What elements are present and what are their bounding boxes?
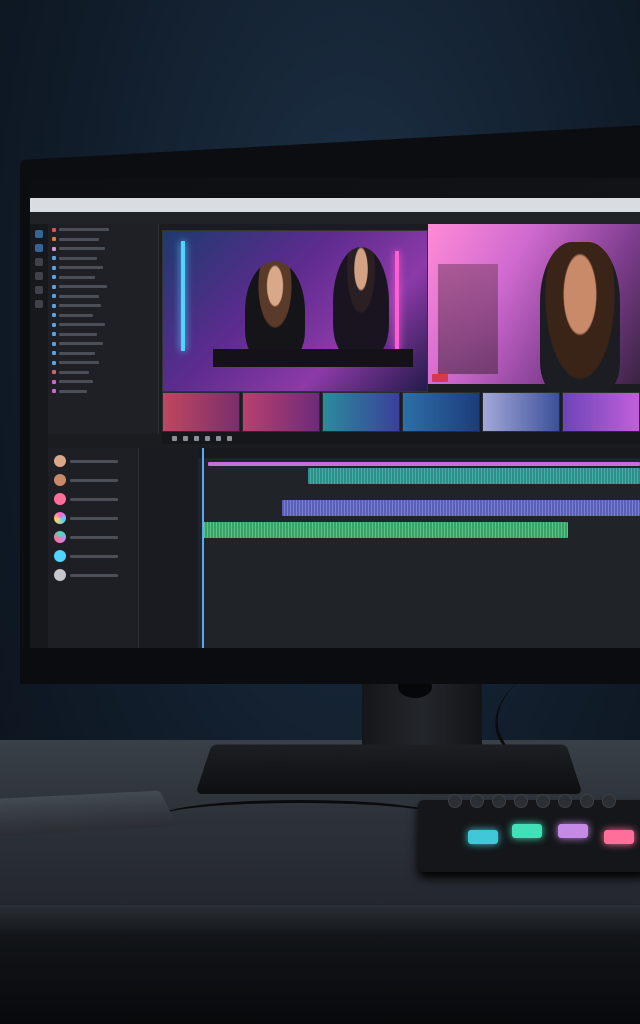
menu-bar[interactable] [30,212,640,224]
track-headers[interactable] [138,448,199,648]
program-viewer[interactable] [162,230,428,392]
list-item[interactable] [52,340,154,348]
list-item[interactable] [52,283,154,291]
thumbnail[interactable] [322,392,400,432]
list-item[interactable] [52,264,154,272]
monitor-stand-base [195,744,583,794]
thumbnail[interactable] [402,392,480,432]
list-item[interactable] [52,321,154,329]
window-titlebar[interactable] [30,198,640,212]
list-item[interactable] [52,369,154,377]
marker-strip [208,462,640,466]
list-item[interactable] [52,255,154,263]
effects-panel[interactable] [48,448,138,648]
media-tool-icon[interactable] [35,244,43,252]
thumbnail[interactable] [482,392,560,432]
list-item[interactable] [52,293,154,301]
list-item[interactable] [54,550,132,562]
thumbnail[interactable] [162,392,240,432]
knob [514,794,528,808]
desk-front [0,935,640,1024]
timeline[interactable] [198,448,640,648]
list-item[interactable] [52,388,154,396]
pad-pink [604,830,634,844]
list-item[interactable] [52,236,154,244]
list-item[interactable] [52,331,154,339]
person-woman [245,261,305,361]
play-icon[interactable] [183,435,188,441]
list-item[interactable] [52,226,154,234]
midi-controller [418,794,640,872]
list-item[interactable] [52,274,154,282]
person-man [333,247,389,357]
list-item[interactable] [54,493,132,505]
knob [580,794,594,808]
knob [492,794,506,808]
list-item[interactable] [52,359,154,367]
clip-thumbnail-strip[interactable] [162,392,640,432]
knob [558,794,572,808]
transport-controls[interactable] [162,432,640,444]
list-item[interactable] [54,455,132,467]
list-item[interactable] [54,512,132,524]
timeline-ruler[interactable] [198,448,640,458]
neon-light-cyan [181,241,185,351]
pad-cyan [468,830,498,844]
skip-icon[interactable] [205,435,210,441]
thumbnail[interactable] [562,392,640,432]
rec-badge [432,374,448,382]
left-toolbar[interactable] [30,224,48,648]
thumbnail[interactable] [242,392,320,432]
list-item[interactable] [52,350,154,358]
skip-back-icon[interactable] [172,435,177,441]
person-bearded-man [540,242,620,392]
list-item[interactable] [52,312,154,320]
select-tool-icon[interactable] [35,230,43,238]
bookshelf [438,264,498,374]
export-tool-icon[interactable] [35,300,43,308]
controller-cable [160,800,440,833]
audio-clip[interactable] [202,522,568,538]
audio-clip[interactable] [282,500,640,516]
list-item[interactable] [52,378,154,386]
list-item[interactable] [54,531,132,543]
effects-tool-icon[interactable] [35,286,43,294]
scene [0,0,640,1024]
monitor-screen [30,178,640,648]
monitor-chin [20,648,640,684]
list-item[interactable] [54,569,132,581]
playhead[interactable] [202,448,204,648]
list-item[interactable] [54,474,132,486]
knob [602,794,616,808]
scissors-icon[interactable] [216,435,221,441]
knob [536,794,550,808]
pad-teal [512,824,542,838]
neon-light-pink [395,251,399,351]
text-tool-icon[interactable] [35,272,43,280]
knob [448,794,462,808]
audio-tool-icon[interactable] [35,258,43,266]
studio-desk [213,349,413,367]
source-viewer[interactable] [428,224,640,392]
pause-icon[interactable] [194,435,199,441]
knob [470,794,484,808]
video-clip[interactable] [308,468,640,484]
media-browser-panel[interactable] [48,224,159,434]
pad-violet [558,824,588,838]
folder-icon[interactable] [227,435,232,441]
screen-top-dark [30,178,640,198]
list-item[interactable] [52,302,154,310]
list-item[interactable] [52,245,154,253]
desk-edge [0,905,640,935]
